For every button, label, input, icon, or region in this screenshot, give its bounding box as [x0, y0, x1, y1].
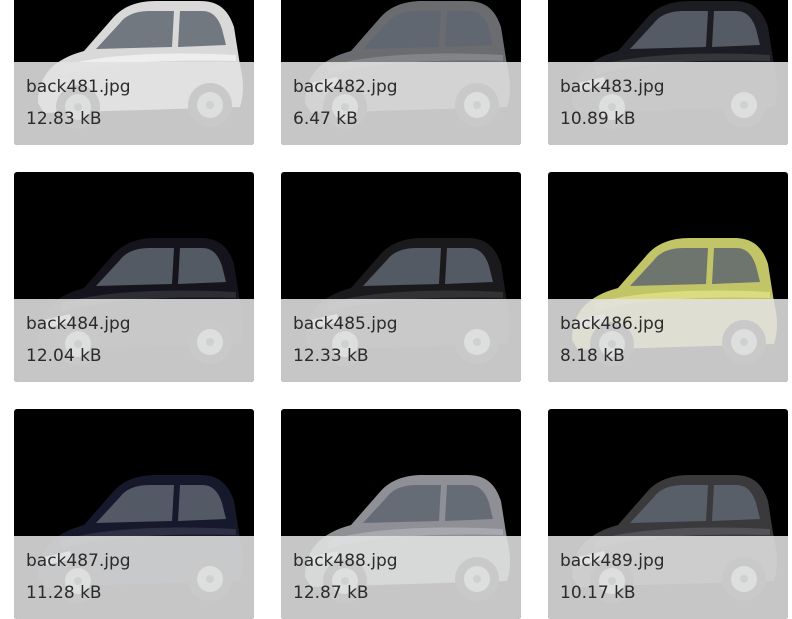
file-info-overlay: back486.jpg 8.18 kB [548, 299, 788, 382]
gallery-card[interactable]: back484.jpg 12.04 kB [14, 172, 254, 382]
image-gallery-grid: back481.jpg 12.83 kB back482.jpg 6.47 kB… [0, 0, 792, 619]
gallery-card[interactable]: back485.jpg 12.33 kB [281, 172, 521, 382]
file-info-overlay: back485.jpg 12.33 kB [281, 299, 521, 382]
file-info-overlay: back482.jpg 6.47 kB [281, 62, 521, 145]
file-size: 8.18 kB [560, 346, 625, 366]
file-info-overlay: back483.jpg 10.89 kB [548, 62, 788, 145]
file-name: back484.jpg [26, 314, 131, 334]
file-size: 10.89 kB [560, 109, 636, 129]
gallery-card[interactable]: back482.jpg 6.47 kB [281, 0, 521, 145]
file-name: back485.jpg [293, 314, 398, 334]
file-name: back483.jpg [560, 77, 665, 97]
file-info-overlay: back489.jpg 10.17 kB [548, 536, 788, 619]
file-size: 12.04 kB [26, 346, 102, 366]
gallery-card[interactable]: back481.jpg 12.83 kB [14, 0, 254, 145]
gallery-card[interactable]: back486.jpg 8.18 kB [548, 172, 788, 382]
file-name: back486.jpg [560, 314, 665, 334]
file-size: 12.83 kB [26, 109, 102, 129]
file-name: back481.jpg [26, 77, 131, 97]
file-size: 12.33 kB [293, 346, 369, 366]
file-info-overlay: back487.jpg 11.28 kB [14, 536, 254, 619]
file-size: 11.28 kB [26, 583, 102, 603]
file-name: back489.jpg [560, 551, 665, 571]
file-size: 10.17 kB [560, 583, 636, 603]
file-name: back482.jpg [293, 77, 398, 97]
file-name: back488.jpg [293, 551, 398, 571]
file-info-overlay: back484.jpg 12.04 kB [14, 299, 254, 382]
gallery-card[interactable]: back488.jpg 12.87 kB [281, 409, 521, 619]
file-info-overlay: back488.jpg 12.87 kB [281, 536, 521, 619]
file-size: 6.47 kB [293, 109, 358, 129]
file-size: 12.87 kB [293, 583, 369, 603]
gallery-card[interactable]: back483.jpg 10.89 kB [548, 0, 788, 145]
gallery-card[interactable]: back487.jpg 11.28 kB [14, 409, 254, 619]
file-info-overlay: back481.jpg 12.83 kB [14, 62, 254, 145]
gallery-card[interactable]: back489.jpg 10.17 kB [548, 409, 788, 619]
file-name: back487.jpg [26, 551, 131, 571]
